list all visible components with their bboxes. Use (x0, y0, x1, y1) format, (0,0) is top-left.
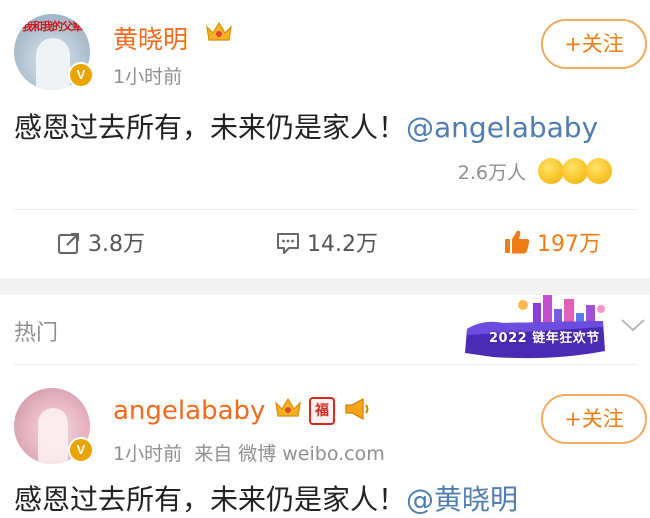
weibo-post-1: 我和我的父辈 V 黄晓明 1小时前 +关注 感恩过去所有，未来仍是家人！@ang… (0, 0, 650, 278)
divider (14, 364, 636, 365)
section-gap (0, 278, 650, 295)
like-button[interactable]: 197万 (503, 226, 601, 258)
hot-label[interactable]: 热门 (14, 315, 58, 347)
post-content: 感恩过去所有，未来仍是家人！@黄晓明 (14, 478, 518, 518)
repost-count: 3.8万 (88, 232, 145, 257)
post-content: 感恩过去所有，未来仍是家人！@angelababy (14, 106, 598, 146)
verified-v-icon: V (68, 437, 94, 463)
post-meta: 1小时前 来自 微博 weibo.com (113, 439, 385, 466)
avatar-figure (36, 38, 70, 90)
crown-icon (206, 21, 232, 41)
verified-v-icon: V (68, 62, 94, 88)
grin-emoji-icon (562, 158, 588, 184)
banner-year: 2022 (489, 331, 528, 346)
action-bar: 3.8万 14.2万 197万 (0, 210, 650, 276)
banner-slogan: 链年狂欢节 (532, 331, 600, 346)
megaphone-icon (345, 397, 369, 421)
fu-badge: 福 (309, 397, 335, 425)
post-time: 1小时前 (113, 443, 183, 465)
laugh-emoji-icon (538, 158, 564, 184)
mention-link[interactable]: @angelababy (406, 111, 598, 144)
post-text: 感恩过去所有，未来仍是家人！ (14, 111, 407, 144)
mention-link[interactable]: @黄晓明 (406, 483, 518, 516)
likes-summary-count: 2.6万人 (457, 162, 526, 184)
hot-section-bar: 热门 2022 链年狂欢节 (0, 295, 650, 365)
crown-icon (275, 397, 301, 417)
comment-button[interactable]: 14.2万 (275, 226, 378, 258)
follow-button[interactable]: +关注 (541, 394, 647, 444)
repost-icon (58, 233, 79, 254)
likes-summary[interactable]: 2.6万人 (416, 156, 616, 188)
comment-icon (277, 233, 299, 254)
post-text: 感恩过去所有，未来仍是家人！ (14, 483, 407, 516)
comment-count: 14.2万 (307, 232, 378, 257)
avatar-caption: 我和我的父辈 (22, 20, 83, 33)
post-time: 1小时前 (113, 66, 183, 88)
follow-button[interactable]: +关注 (541, 19, 647, 69)
promo-banner[interactable]: 2022 链年狂欢节 (463, 295, 609, 363)
username[interactable]: 黄晓明 (113, 20, 188, 56)
username[interactable]: angelababy (113, 396, 265, 426)
chevron-down-icon[interactable] (620, 317, 646, 333)
post-source[interactable]: 来自 微博 weibo.com (194, 443, 385, 465)
thumbs-up-icon (505, 230, 530, 254)
like-count: 197万 (537, 232, 601, 257)
avatar-figure (38, 408, 68, 464)
repost-button[interactable]: 3.8万 (56, 226, 145, 258)
surprised-emoji-icon (586, 158, 612, 184)
banner-title: 2022 链年狂欢节 (489, 327, 600, 346)
